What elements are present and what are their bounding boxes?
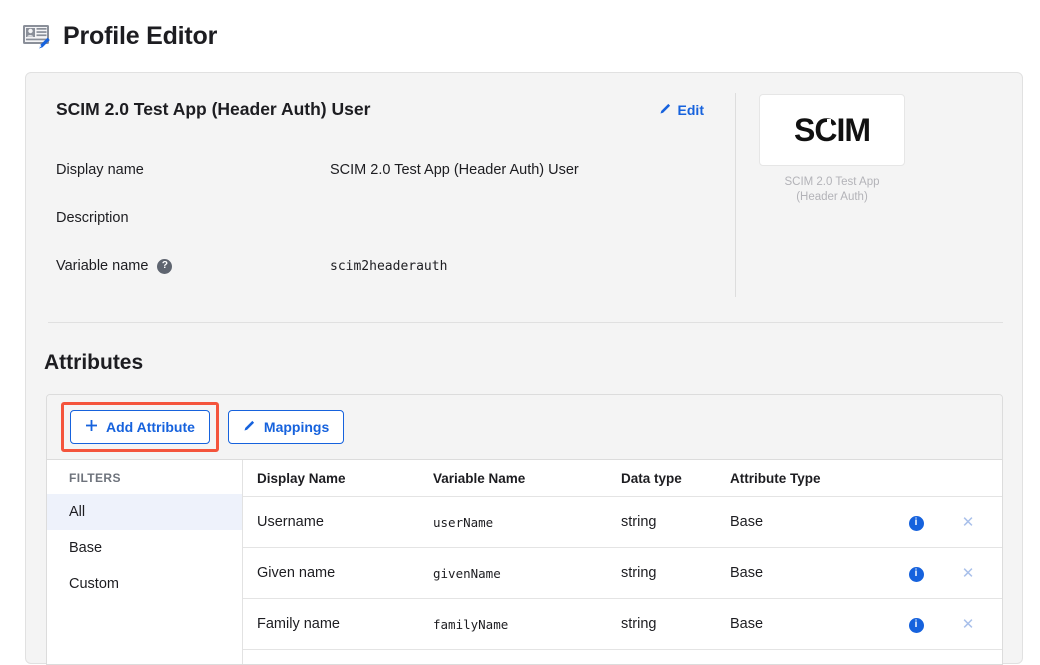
cell-display-name: Username — [243, 514, 433, 530]
profile-card: SCIM 2.0 Test App (Header Auth) User Edi… — [25, 72, 1023, 664]
edit-label: Edit — [678, 102, 704, 118]
app-title: SCIM 2.0 Test App (Header Auth) User — [56, 99, 370, 120]
column-header-attribute-type: Attribute Type — [730, 471, 890, 486]
cell-attribute-type: Base — [730, 616, 890, 632]
mappings-label: Mappings — [264, 419, 329, 435]
edit-button[interactable]: Edit — [659, 102, 704, 118]
logo-notch-icon — [827, 119, 831, 125]
detail-label-text: Variable name — [56, 258, 148, 274]
detail-label: Variable name ? — [56, 258, 330, 274]
cell-variable-name: givenName — [433, 566, 621, 581]
cell-data-type: string — [621, 616, 730, 632]
column-header-display-name: Display Name — [243, 471, 433, 486]
app-logo-caption: SCIM 2.0 Test App (Header Auth) — [759, 175, 905, 205]
pencil-icon — [659, 102, 672, 118]
info-icon[interactable]: i — [909, 567, 924, 582]
attributes-table-region: FILTERS All Base Custom Display Name Var… — [47, 459, 1002, 665]
page-header: Profile Editor — [0, 0, 1040, 58]
app-logo-text: SCIM — [794, 112, 870, 149]
pencil-icon — [243, 419, 256, 435]
column-header-data-type: Data type — [621, 471, 730, 486]
filter-item-custom[interactable]: Custom — [47, 566, 242, 602]
detail-value: scim2headerauth — [330, 259, 447, 274]
column-header-variable-name: Variable Name — [433, 471, 621, 486]
close-icon[interactable]: ✕ — [962, 514, 975, 531]
cell-data-type: string — [621, 514, 730, 530]
close-icon[interactable]: ✕ — [962, 565, 975, 582]
cell-display-name: Family name — [243, 616, 433, 632]
cell-attribute-type: Base — [730, 565, 890, 581]
cell-attribute-type: Base — [730, 514, 890, 530]
app-logo-caption-line2: (Header Auth) — [759, 190, 905, 205]
page-title: Profile Editor — [63, 22, 217, 51]
table-row[interactable]: Family name familyName string Base i ✕ — [243, 599, 1002, 650]
table-row[interactable]: Username userName string Base i ✕ — [243, 497, 1002, 548]
cell-variable-name: userName — [433, 515, 621, 530]
detail-value: SCIM 2.0 Test App (Header Auth) User — [330, 162, 579, 178]
attributes-heading: Attributes — [44, 351, 143, 375]
cell-data-type: string — [621, 565, 730, 581]
attributes-panel: Add Attribute Mappings FILTERS All Base … — [46, 394, 1003, 665]
filters-title: FILTERS — [47, 471, 242, 494]
cell-variable-name: familyName — [433, 617, 621, 632]
app-logo-label: SCIM — [794, 112, 870, 148]
info-icon[interactable]: i — [909, 618, 924, 633]
detail-row-variable-name: Variable name ? scim2headerauth — [56, 242, 704, 290]
detail-label: Description — [56, 210, 330, 226]
table-header-row: Display Name Variable Name Data type Att… — [243, 460, 1002, 497]
app-logo-box: SCIM — [759, 94, 905, 166]
attributes-table: Display Name Variable Name Data type Att… — [243, 460, 1002, 665]
vertical-divider — [735, 93, 736, 297]
add-attribute-button[interactable]: Add Attribute — [70, 410, 210, 444]
section-divider — [48, 322, 1003, 323]
add-attribute-label: Add Attribute — [106, 419, 195, 435]
close-icon[interactable]: ✕ — [962, 616, 975, 633]
profile-editor-icon — [22, 22, 52, 50]
help-circle-icon[interactable]: ? — [157, 259, 172, 274]
detail-label: Display name — [56, 162, 330, 178]
plus-icon — [85, 419, 98, 435]
attributes-toolbar: Add Attribute Mappings — [47, 395, 1002, 459]
filters-sidebar: FILTERS All Base Custom — [47, 460, 243, 665]
add-attribute-highlight: Add Attribute — [61, 402, 219, 452]
mappings-button[interactable]: Mappings — [228, 410, 344, 444]
detail-row-display-name: Display name SCIM 2.0 Test App (Header A… — [56, 146, 704, 194]
info-icon[interactable]: i — [909, 516, 924, 531]
app-title-row: SCIM 2.0 Test App (Header Auth) User Edi… — [56, 99, 704, 120]
app-logo-caption-line1: SCIM 2.0 Test App — [759, 175, 905, 190]
detail-row-description: Description — [56, 194, 704, 242]
table-row[interactable]: Given name givenName string Base i ✕ — [243, 548, 1002, 599]
detail-list: Display name SCIM 2.0 Test App (Header A… — [56, 146, 704, 290]
filter-item-all[interactable]: All — [47, 494, 242, 530]
filter-item-base[interactable]: Base — [47, 530, 242, 566]
table-row[interactable] — [243, 650, 1002, 665]
cell-display-name: Given name — [243, 565, 433, 581]
app-logo-panel: SCIM SCIM 2.0 Test App (Header Auth) — [759, 94, 905, 205]
